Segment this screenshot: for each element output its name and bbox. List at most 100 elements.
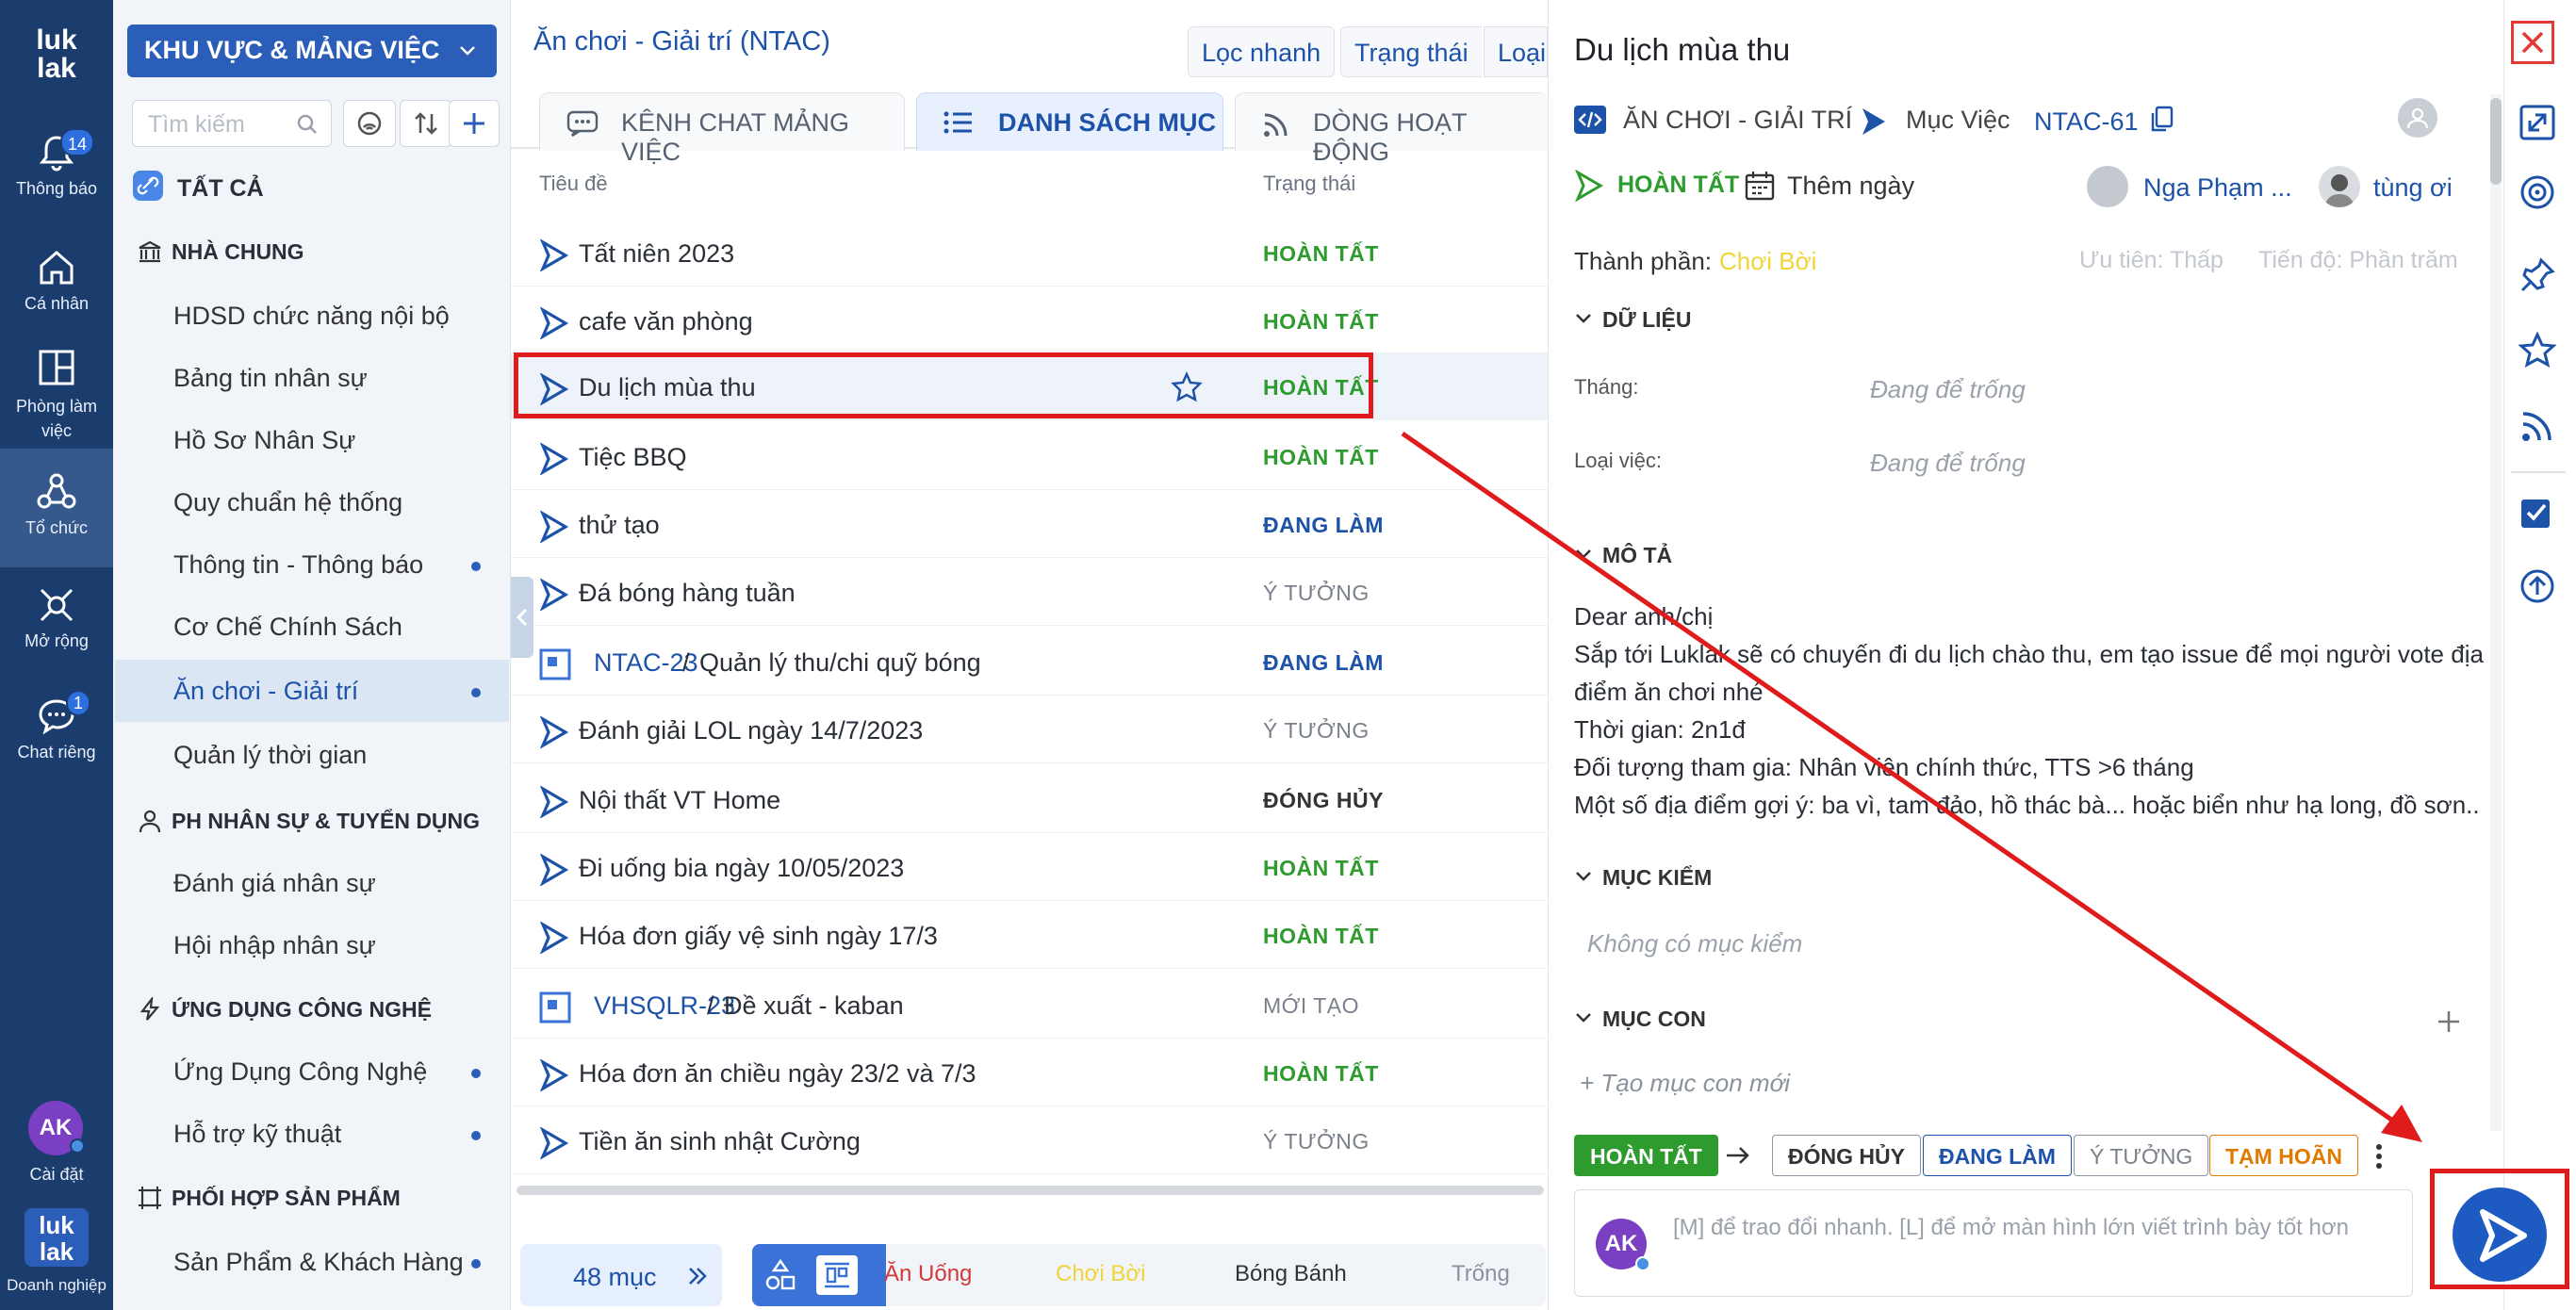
row-status[interactable]: MỚI TẠO bbox=[1263, 993, 1359, 1019]
list-row[interactable]: cafe văn phòng HOÀN TẤT bbox=[511, 287, 1548, 354]
org-logo[interactable]: luk lak bbox=[25, 1208, 89, 1267]
add-date-button[interactable]: Thêm ngày bbox=[1744, 172, 1914, 201]
sidebar-item[interactable]: Bảng tin nhân sự bbox=[115, 347, 509, 409]
list-row[interactable]: Nội thất VT Home ĐÓNG HỦY bbox=[511, 765, 1548, 833]
section-data[interactable]: DỮ LIỆU bbox=[1574, 307, 1691, 333]
sidebar-group-cong-nghe[interactable]: ỨNG DỤNG CÔNG NGHỆ bbox=[132, 980, 432, 1037]
sidebar-item[interactable]: Ứng Dụng Công Nghệ bbox=[115, 1040, 509, 1103]
row-status[interactable]: HOÀN TẤT bbox=[1263, 856, 1379, 881]
sidebar-item[interactable]: Hỗ trợ kỹ thuật bbox=[115, 1103, 509, 1165]
horizontal-scrollbar[interactable] bbox=[517, 1186, 1544, 1195]
reporter-avatar[interactable] bbox=[2319, 166, 2360, 207]
row-status[interactable]: HOÀN TẤT bbox=[1263, 445, 1379, 470]
row-status[interactable]: Ý TƯỞNG bbox=[1263, 718, 1370, 744]
org-label[interactable]: Doanh nghiệp bbox=[0, 1276, 113, 1295]
row-status[interactable]: Ý TƯỞNG bbox=[1263, 1129, 1370, 1154]
chip-choi-boi[interactable]: Chơi Bời bbox=[1056, 1261, 1146, 1287]
sidebar-item[interactable]: HDSD chức năng nội bộ bbox=[115, 285, 509, 347]
list-row[interactable]: Đi uống bia ngày 10/05/2023 HOÀN TẤT bbox=[511, 833, 1548, 901]
rail-workroom[interactable]: Phòng làm việc bbox=[0, 347, 113, 443]
view-toggle[interactable] bbox=[752, 1244, 886, 1306]
close-button[interactable] bbox=[2511, 21, 2554, 64]
row-status[interactable]: HOÀN TẤT bbox=[1263, 241, 1379, 267]
watchers-button[interactable] bbox=[2398, 98, 2437, 138]
sidebar-group-san-pham[interactable]: PHỐI HỢP SẢN PHẨM bbox=[132, 1169, 401, 1225]
rail-personal[interactable]: Cá nhân bbox=[0, 247, 113, 314]
detail-type[interactable]: Mục Việc bbox=[1857, 106, 2010, 135]
rail-chat[interactable]: 1 Chat riêng bbox=[0, 690, 113, 762]
detail-status[interactable]: HOÀN TẤT bbox=[1574, 170, 1739, 202]
list-row[interactable]: Đánh giải LOL ngày 14/7/2023 Ý TƯỞNG bbox=[511, 696, 1548, 763]
row-status[interactable]: Ý TƯỞNG bbox=[1263, 581, 1370, 606]
row-status[interactable]: ĐÓNG HỦY bbox=[1263, 788, 1384, 813]
sidebar-search-input[interactable]: Tìm kiếm bbox=[132, 100, 332, 147]
type-filter-button[interactable]: Loại bbox=[1484, 26, 1548, 77]
detail-breadcrumb[interactable]: ĂN CHƠI - GIẢI TRÍ bbox=[1574, 106, 1852, 135]
column-header-title[interactable]: Tiêu đề bbox=[539, 172, 608, 196]
radar-icon[interactable] bbox=[2519, 173, 2556, 211]
status-filter-button[interactable]: Trạng thái bbox=[1340, 26, 1482, 77]
chip-trong[interactable]: Trống bbox=[1452, 1261, 1510, 1287]
sidebar-group-nha-chung[interactable]: NHÀ CHUNG bbox=[132, 222, 304, 279]
component-value[interactable]: Chơi Bời bbox=[1719, 247, 1816, 276]
copy-icon[interactable] bbox=[2149, 106, 2174, 134]
tab-chat[interactable]: KÊNH CHAT MẢNG VIỆC bbox=[539, 92, 905, 166]
expand-icon[interactable] bbox=[2519, 104, 2556, 141]
sidebar-item[interactable]: Quy chuẩn hệ thống bbox=[115, 471, 509, 533]
create-item-fab[interactable] bbox=[2453, 1187, 2547, 1282]
sidebar-item[interactable]: Cơ Chế Chính Sách bbox=[115, 596, 509, 658]
chip-bong-banh[interactable]: Bóng Bánh bbox=[1235, 1261, 1347, 1287]
list-row[interactable]: Hóa đơn giấy vệ sinh ngày 17/3 HOÀN TẤT bbox=[511, 901, 1548, 969]
list-row[interactable]: Tiệc BBQ HOÀN TẤT bbox=[511, 422, 1548, 490]
sidebar-sort-button[interactable] bbox=[400, 100, 452, 147]
sidebar-all[interactable]: TẤT CẢ bbox=[132, 166, 264, 209]
list-row[interactable]: Tất niên 2023 HOÀN TẤT bbox=[511, 219, 1548, 287]
progress-field[interactable]: Tiến độ: Phần trăm bbox=[2258, 247, 2458, 274]
row-status[interactable]: ĐANG LÀM bbox=[1263, 650, 1384, 676]
sidebar-item[interactable]: Quản lý thời gian bbox=[115, 724, 509, 786]
detail-scrollbar-thumb[interactable] bbox=[2490, 98, 2502, 185]
row-status[interactable]: ĐANG LÀM bbox=[1263, 513, 1384, 538]
list-row[interactable]: thử tạo ĐANG LÀM bbox=[511, 490, 1548, 558]
list-row[interactable]: Hóa đơn ăn chiều ngày 23/2 và 7/3 HOÀN TẤ… bbox=[511, 1039, 1548, 1106]
list-row[interactable]: Đá bóng hàng tuần Ý TƯỞNG bbox=[511, 558, 1548, 626]
reporter-name[interactable]: tùng ơi bbox=[2373, 173, 2453, 203]
item-count-button[interactable]: 48 mục bbox=[520, 1244, 722, 1306]
list-row[interactable]: VHSQLR-23 Đề xuất - kaban MỚI TẠO / bbox=[511, 971, 1548, 1039]
pin-icon[interactable] bbox=[2519, 256, 2556, 294]
board-view-button[interactable] bbox=[816, 1255, 858, 1295]
collapse-handle[interactable] bbox=[511, 577, 533, 658]
sidebar-item-selected[interactable]: Ăn chơi - Giải trí bbox=[115, 660, 509, 722]
settings-label[interactable]: Cài đặt bbox=[0, 1165, 113, 1185]
comment-box[interactable]: AK [M] để trao đổi nhanh. [L] để mở màn … bbox=[1574, 1189, 2413, 1297]
tab-activity[interactable]: DÒNG HOẠT ĐỘNG bbox=[1235, 92, 1548, 166]
checkbox-icon[interactable] bbox=[2519, 494, 2556, 532]
chip-an-uong[interactable]: Ăn Uống bbox=[884, 1261, 972, 1287]
list-row[interactable]: NTAC-23 Quản lý thu/chi quỹ bóng ĐANG LÀM / bbox=[511, 628, 1548, 696]
workspace-select[interactable]: KHU VỰC & MẢNG VIỆC bbox=[127, 25, 497, 77]
sidebar-add-button[interactable] bbox=[449, 100, 500, 147]
sidebar-item[interactable]: Sản Phẩm & Khách Hàng bbox=[115, 1231, 509, 1293]
sidebar-item[interactable]: Hồ Sơ Nhân Sự bbox=[115, 409, 509, 471]
star-icon[interactable] bbox=[2519, 332, 2556, 369]
detail-title[interactable]: Du lịch mùa thu bbox=[1574, 32, 1790, 68]
sidebar-group-nhan-su[interactable]: PH NHÂN SỰ & TUYỂN DỤNG bbox=[132, 792, 480, 848]
priority-field[interactable]: Ưu tiên: Thấp bbox=[2079, 247, 2223, 274]
row-status[interactable]: HOÀN TẤT bbox=[1263, 924, 1379, 949]
sidebar-radar-button[interactable] bbox=[343, 100, 396, 147]
assignee-name[interactable]: Nga Phạm ... bbox=[2143, 173, 2292, 203]
rail-extend[interactable]: Mở rộng bbox=[0, 584, 113, 651]
row-status[interactable]: HOÀN TẤT bbox=[1263, 1061, 1379, 1087]
sidebar-item[interactable]: Thông tin - Thông báo bbox=[115, 533, 509, 596]
arrow-up-circle-icon[interactable] bbox=[2519, 567, 2556, 605]
rail-organization[interactable]: Tổ chức bbox=[0, 449, 113, 567]
tab-list[interactable]: DANH SÁCH MỤC bbox=[916, 92, 1223, 151]
row-status[interactable]: HOÀN TẤT bbox=[1263, 309, 1379, 335]
detail-key[interactable]: NTAC-61 bbox=[2034, 106, 2174, 137]
column-header-status[interactable]: Trạng thái bbox=[1263, 172, 1355, 196]
rss-icon[interactable] bbox=[2519, 407, 2556, 445]
quick-filter-button[interactable]: Lọc nhanh bbox=[1188, 26, 1336, 77]
sidebar-item[interactable]: Hội nhập nhân sự bbox=[115, 914, 509, 976]
list-row[interactable]: Tiền ăn sinh nhật Cường Ý TƯỞNG bbox=[511, 1106, 1548, 1174]
assignee-avatar[interactable] bbox=[2087, 166, 2128, 207]
